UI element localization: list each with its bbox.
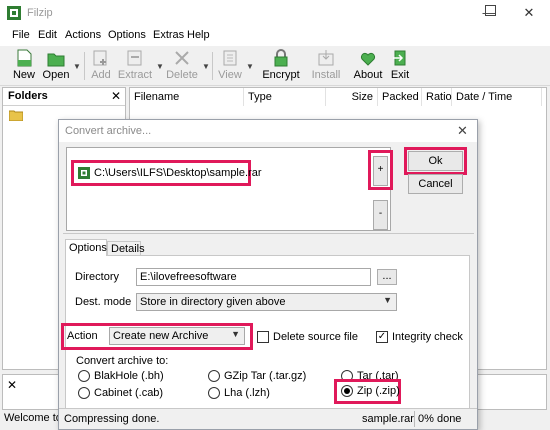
status-separator	[414, 411, 415, 427]
column-date-time[interactable]: Date / Time	[452, 88, 542, 106]
dialog-title-bar: Convert archive... ✕	[59, 120, 477, 142]
extract-icon	[127, 50, 142, 66]
integrity-checkbox[interactable]: ✓	[376, 331, 388, 343]
app-title: Filzip	[27, 7, 53, 19]
menu-edit[interactable]: Edit	[38, 29, 57, 41]
dialog-title: Convert archive...	[65, 125, 152, 137]
integrity-label[interactable]: Integrity check	[392, 331, 463, 343]
directory-input[interactable]: E:\ilovefreesoftware	[136, 268, 371, 286]
exit-button[interactable]: Exit	[389, 48, 411, 84]
column-type[interactable]: Type	[244, 88, 326, 106]
log-close-icon[interactable]: ✕	[7, 378, 17, 392]
remove-file-button[interactable]: -	[373, 200, 388, 230]
new-icon	[17, 49, 32, 67]
dest-mode-label: Dest. mode	[75, 296, 132, 308]
delete-source-checkbox[interactable]	[257, 331, 269, 343]
action-select[interactable]: Create new Archive ▼	[109, 327, 245, 345]
radio-selected-dot	[344, 388, 350, 394]
dialog-close-icon[interactable]: ✕	[457, 123, 468, 139]
format-radio-bh[interactable]	[78, 370, 90, 382]
menu-help[interactable]: Help	[187, 29, 210, 41]
about-icon	[360, 52, 376, 66]
tab-options[interactable]: Options	[65, 239, 107, 256]
toolbar: New Open ▼ Add Extract ▼ Delete ▼ View ▼…	[0, 46, 550, 86]
delete-icon	[175, 51, 189, 65]
directory-label: Directory	[75, 271, 120, 283]
tab-details[interactable]: Details	[107, 241, 145, 256]
toolbar-separator	[84, 52, 85, 80]
install-icon	[318, 50, 334, 66]
chevron-down-icon: ▼	[231, 329, 240, 339]
column-size[interactable]: Size	[326, 88, 378, 106]
format-radio-tar-gz[interactable]	[208, 370, 220, 382]
new-button[interactable]: New	[10, 48, 38, 84]
delete-dropdown-arrow[interactable]: ▼	[202, 62, 210, 71]
action-label: Action	[67, 330, 98, 342]
ok-button[interactable]: Ok	[408, 151, 463, 171]
archive-file-icon	[78, 167, 90, 179]
add-file-button[interactable]: +	[373, 156, 388, 186]
menu-file[interactable]: File	[12, 29, 30, 41]
open-icon	[47, 53, 65, 67]
format-label-tar-gz[interactable]: GZip Tar (.tar.gz)	[224, 370, 306, 382]
menu-extras[interactable]: Extras	[153, 29, 184, 41]
filzip-app-icon	[7, 6, 21, 20]
status-file: sample.rar	[362, 413, 414, 425]
format-radio-lzh[interactable]	[208, 387, 220, 399]
dest-mode-select[interactable]: Store in directory given above ▼	[136, 293, 397, 311]
menu-bar: File Edit Actions Options Extras Help	[0, 26, 550, 46]
view-icon	[223, 50, 237, 66]
convert-archive-dialog: Convert archive... ✕ C:\Users\ILFS\Deskt…	[58, 119, 478, 430]
format-label-lzh[interactable]: Lha (.lzh)	[224, 387, 270, 399]
view-dropdown-arrow[interactable]: ▼	[246, 62, 254, 71]
source-file-list[interactable]: C:\Users\ILFS\Desktop\sample.rar	[66, 147, 391, 231]
format-radio-cab[interactable]	[78, 387, 90, 399]
title-bar: Filzip — ✕	[0, 0, 550, 26]
delete-button[interactable]: Delete	[166, 48, 198, 84]
cancel-button[interactable]: Cancel	[408, 174, 463, 194]
open-button[interactable]: Open	[42, 48, 70, 84]
folders-close-icon[interactable]: ✕	[111, 89, 121, 103]
folders-header: Folders	[3, 88, 125, 106]
format-radio-zip[interactable]	[341, 385, 353, 397]
dialog-divider	[63, 233, 474, 234]
status-progress: 0% done	[418, 413, 462, 425]
open-dropdown-arrow[interactable]: ▼	[73, 62, 81, 71]
column-filename[interactable]: Filename	[130, 88, 244, 106]
add-button[interactable]: Add	[88, 48, 114, 84]
extract-dropdown-arrow[interactable]: ▼	[156, 62, 164, 71]
convert-to-label: Convert archive to:	[76, 355, 169, 367]
format-label-bh[interactable]: BlakHole (.bh)	[94, 370, 164, 382]
browse-button[interactable]: ...	[377, 269, 397, 285]
menu-actions[interactable]: Actions	[65, 29, 101, 41]
view-button[interactable]: View	[217, 48, 243, 84]
lock-icon	[274, 49, 288, 67]
add-icon	[93, 50, 107, 66]
chevron-down-icon: ▼	[383, 295, 392, 305]
close-icon[interactable]: ✕	[512, 0, 546, 26]
status-compressing: Compressing done.	[64, 413, 160, 425]
column-packed[interactable]: Packed	[378, 88, 422, 106]
file-entry-highlight[interactable]: C:\Users\ILFS\Desktop\sample.rar	[71, 160, 262, 186]
dialog-status-bar: Compressing done. sample.rar 0% done	[59, 408, 477, 429]
menu-options[interactable]: Options	[108, 29, 146, 41]
file-path: C:\Users\ILFS\Desktop\sample.rar	[94, 167, 262, 179]
delete-source-label[interactable]: Delete source file	[273, 331, 358, 343]
folder-icon[interactable]	[9, 109, 23, 121]
install-button[interactable]: Install	[311, 48, 341, 84]
toolbar-separator	[212, 52, 213, 80]
column-ratio[interactable]: Ratio	[422, 88, 452, 106]
format-label-zip[interactable]: Zip (.zip)	[357, 385, 400, 397]
maximize-box-icon[interactable]	[485, 5, 496, 16]
extract-button[interactable]: Extract	[117, 48, 153, 84]
encrypt-button[interactable]: Encrypt	[262, 48, 300, 84]
about-button[interactable]: About	[353, 48, 383, 84]
exit-icon	[393, 50, 406, 66]
options-tab-page: Directory E:\ilovefreesoftware ... Dest.…	[61, 255, 470, 427]
format-label-cab[interactable]: Cabinet (.cab)	[94, 387, 163, 399]
